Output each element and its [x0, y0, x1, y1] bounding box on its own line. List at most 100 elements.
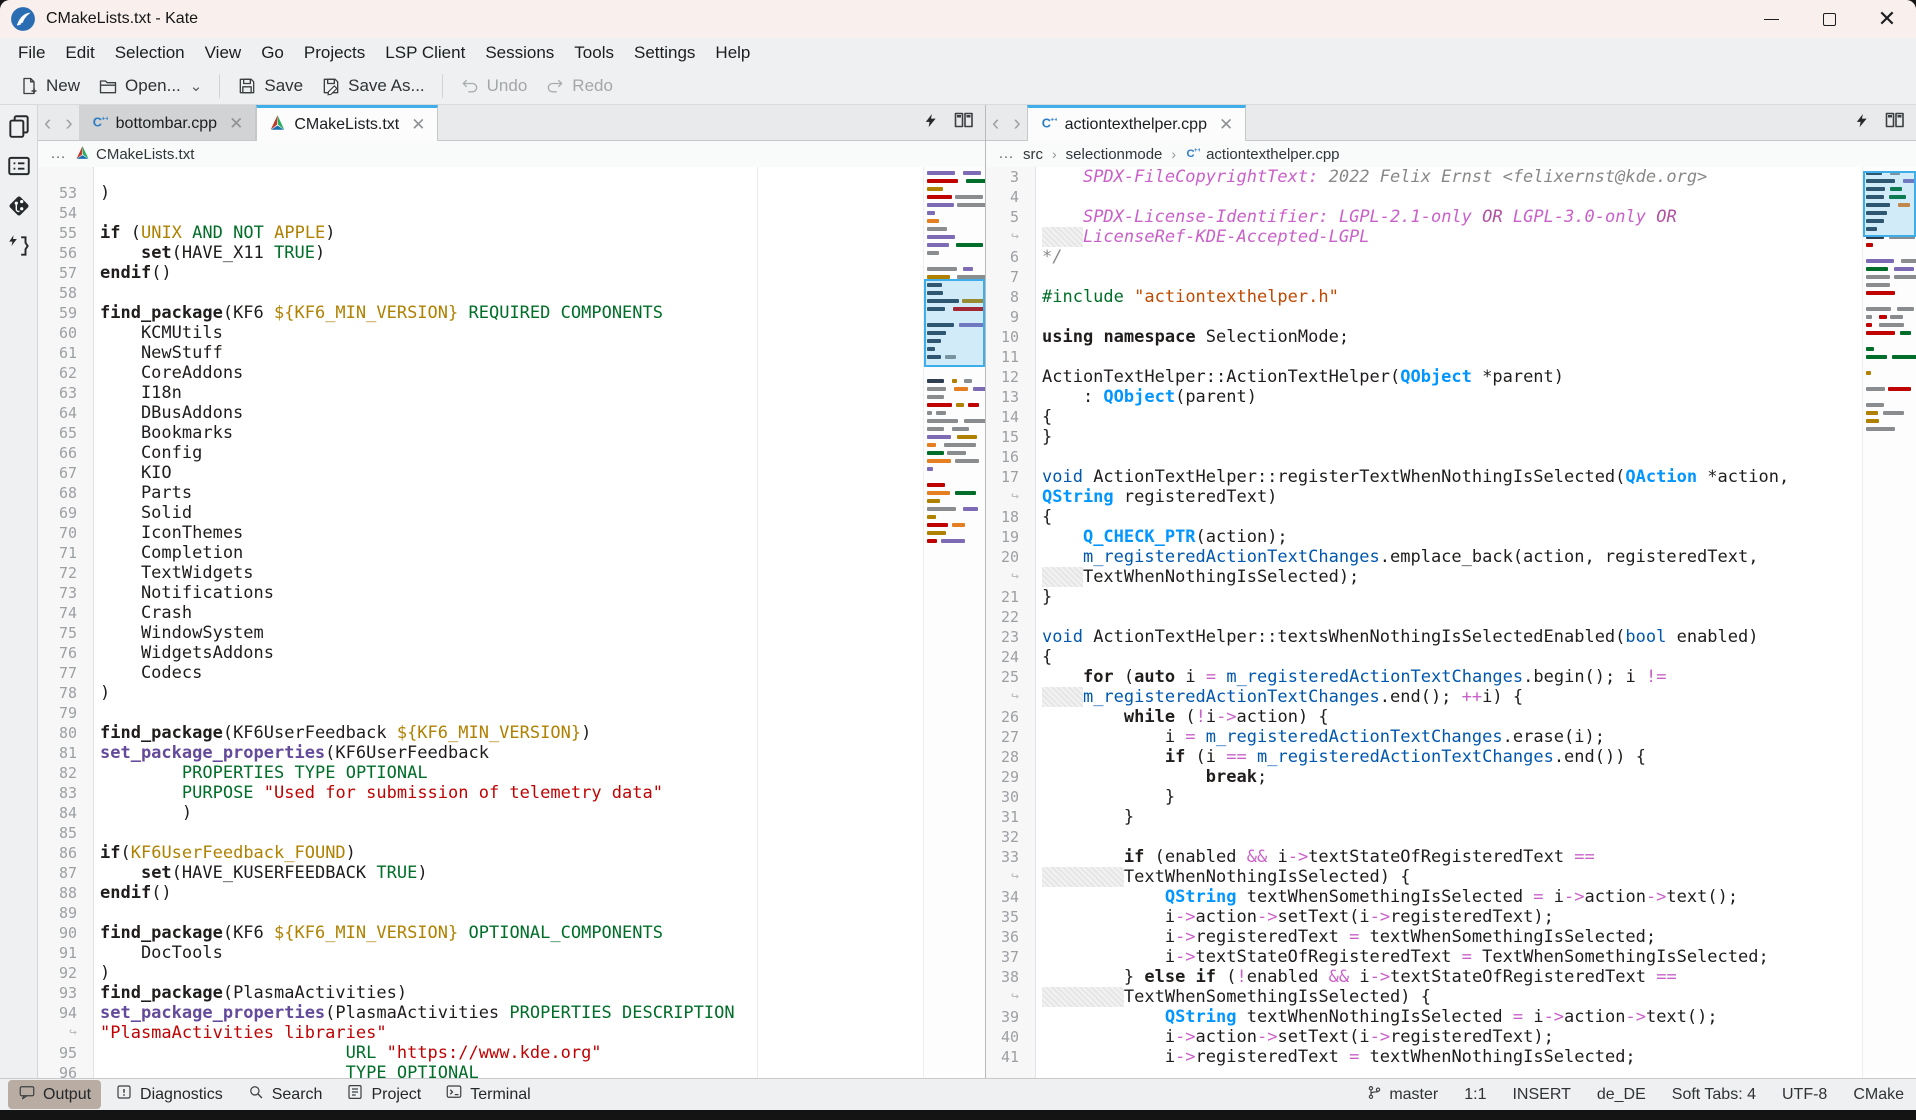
toolview-output-button[interactable]: Output: [8, 1080, 101, 1109]
line-number[interactable]: 61: [38, 343, 93, 363]
line-number[interactable]: 56: [38, 243, 93, 263]
line-number[interactable]: 91: [38, 943, 93, 963]
code-row[interactable]: }: [1042, 787, 1862, 807]
code-row[interactable]: m_registeredActionTextChanges.emplace_ba…: [1042, 547, 1862, 567]
line-number[interactable]: 14: [986, 407, 1035, 427]
code-row[interactable]: "PlasmaActivities libraries": [100, 1023, 923, 1043]
line-number[interactable]: 10: [986, 327, 1035, 347]
code-row[interactable]: TYPE OPTIONAL: [100, 1063, 923, 1078]
status-utf-8[interactable]: UTF-8: [1782, 1086, 1827, 1104]
code-row[interactable]: set_package_properties(KF6UserFeedback: [100, 743, 923, 763]
history-forward-icon[interactable]: ›: [1013, 112, 1020, 134]
code-row[interactable]: DBusAddons: [100, 403, 923, 423]
wrap-indicator[interactable]: ↪: [986, 867, 1035, 887]
code-row[interactable]: : QObject(parent): [1042, 387, 1862, 407]
code-row[interactable]: i->action->setText(i->registeredText);: [1042, 907, 1862, 927]
menu-edit[interactable]: Edit: [55, 40, 104, 66]
quick-open-icon[interactable]: [1854, 113, 1869, 133]
menu-go[interactable]: Go: [251, 40, 294, 66]
code-row[interactable]: i->textStateOfRegisteredText = TextWhenS…: [1042, 947, 1862, 967]
code-row[interactable]: [1042, 347, 1862, 367]
code-row[interactable]: [100, 283, 923, 303]
line-number[interactable]: 21: [986, 587, 1035, 607]
line-number[interactable]: 28: [986, 747, 1035, 767]
code-row[interactable]: {: [1042, 507, 1862, 527]
code-row[interactable]: set_package_properties(PlasmaActivities …: [100, 1003, 923, 1023]
wrap-indicator[interactable]: ↪: [986, 687, 1035, 707]
code-row[interactable]: Notifications: [100, 583, 923, 603]
line-number[interactable]: 57: [38, 263, 93, 283]
code-row[interactable]: TextWhenSomethingIsSelected) {: [1042, 987, 1862, 1007]
code-row[interactable]: KIO: [100, 463, 923, 483]
wrap-indicator[interactable]: ↪: [986, 487, 1035, 507]
code-row[interactable]: ): [100, 803, 923, 823]
code-row[interactable]: void ActionTextHelper::textsWhenNothingI…: [1042, 627, 1862, 647]
code-area[interactable]: SPDX-FileCopyrightText: 2022 Felix Ernst…: [1036, 167, 1862, 1078]
line-number[interactable]: 25: [986, 667, 1035, 687]
line-number[interactable]: 8: [986, 287, 1035, 307]
status-1-1[interactable]: 1:1: [1464, 1086, 1486, 1104]
line-number[interactable]: 69: [38, 503, 93, 523]
code-row[interactable]: */: [1042, 247, 1862, 267]
wrap-indicator[interactable]: ↪: [986, 227, 1035, 247]
toolview-diagnostics-button[interactable]: Diagnostics: [105, 1080, 233, 1109]
code-row[interactable]: NewStuff: [100, 343, 923, 363]
minimap-scrollbar[interactable]: [1862, 167, 1916, 1078]
open-button[interactable]: Open...⌄: [89, 72, 211, 100]
line-number[interactable]: 12: [986, 367, 1035, 387]
breadcrumb-overflow-button[interactable]: …: [50, 145, 66, 163]
line-number[interactable]: 31: [986, 807, 1035, 827]
line-number[interactable]: 55: [38, 223, 93, 243]
line-number[interactable]: 17: [986, 467, 1035, 487]
undo-button[interactable]: Undo: [451, 72, 537, 100]
line-number[interactable]: 79: [38, 703, 93, 723]
sidebar-documents-icon[interactable]: [6, 113, 32, 139]
line-number[interactable]: 35: [986, 907, 1035, 927]
line-number[interactable]: 18: [986, 507, 1035, 527]
maximize-button[interactable]: [1800, 0, 1858, 38]
line-number[interactable]: 88: [38, 883, 93, 903]
code-row[interactable]: QString registeredText): [1042, 487, 1862, 507]
code-row[interactable]: using namespace SelectionMode;: [1042, 327, 1862, 347]
code-row[interactable]: set(HAVE_KUSERFEEDBACK TRUE): [100, 863, 923, 883]
line-number[interactable]: 75: [38, 623, 93, 643]
line-number-gutter[interactable]: 345↪67891011121314151617↪181920↪21222324…: [986, 167, 1036, 1078]
line-number[interactable]: 96: [38, 1063, 93, 1078]
code-row[interactable]: [1042, 307, 1862, 327]
menu-view[interactable]: View: [195, 40, 252, 66]
line-number[interactable]: 22: [986, 607, 1035, 627]
tab-close-icon[interactable]: ✕: [411, 115, 425, 135]
code-row[interactable]: Codecs: [100, 663, 923, 683]
line-number[interactable]: 40: [986, 1027, 1035, 1047]
code-row[interactable]: [100, 203, 923, 223]
save-as-button[interactable]: Save As...: [312, 72, 434, 100]
line-number[interactable]: 87: [38, 863, 93, 883]
code-row[interactable]: i->registeredText = textWhenSomethingIsS…: [1042, 927, 1862, 947]
breadcrumb-item-cmakelists-txt[interactable]: CMakeLists.txt: [75, 145, 194, 164]
tab-close-icon[interactable]: ✕: [1219, 115, 1233, 135]
code-row[interactable]: DocTools: [100, 943, 923, 963]
code-row[interactable]: }: [1042, 587, 1862, 607]
line-number[interactable]: 60: [38, 323, 93, 343]
menu-file[interactable]: File: [8, 40, 55, 66]
code-row[interactable]: ActionTextHelper::ActionTextHelper(QObje…: [1042, 367, 1862, 387]
close-button[interactable]: ✕: [1858, 0, 1916, 38]
code-row[interactable]: CoreAddons: [100, 363, 923, 383]
minimap-viewport[interactable]: [1863, 171, 1916, 237]
code-row[interactable]: Q_CHECK_PTR(action);: [1042, 527, 1862, 547]
code-row[interactable]: TextWhenNothingIsSelected);: [1042, 567, 1862, 587]
code-row[interactable]: PROPERTIES TYPE OPTIONAL: [100, 763, 923, 783]
code-row[interactable]: URL "https://www.kde.org": [100, 1043, 923, 1063]
line-number[interactable]: 92: [38, 963, 93, 983]
code-row[interactable]: ): [100, 183, 923, 203]
code-row[interactable]: find_package(KF6 ${KF6_MIN_VERSION} REQU…: [100, 303, 923, 323]
code-row[interactable]: find_package(KF6UserFeedback ${KF6_MIN_V…: [100, 723, 923, 743]
line-number[interactable]: 66: [38, 443, 93, 463]
wrap-indicator[interactable]: ↪: [986, 567, 1035, 587]
line-number[interactable]: 71: [38, 543, 93, 563]
line-number[interactable]: 19: [986, 527, 1035, 547]
line-number[interactable]: 37: [986, 947, 1035, 967]
code-row[interactable]: {: [1042, 407, 1862, 427]
code-row[interactable]: [1042, 827, 1862, 847]
split-view-icon[interactable]: [1885, 111, 1904, 135]
